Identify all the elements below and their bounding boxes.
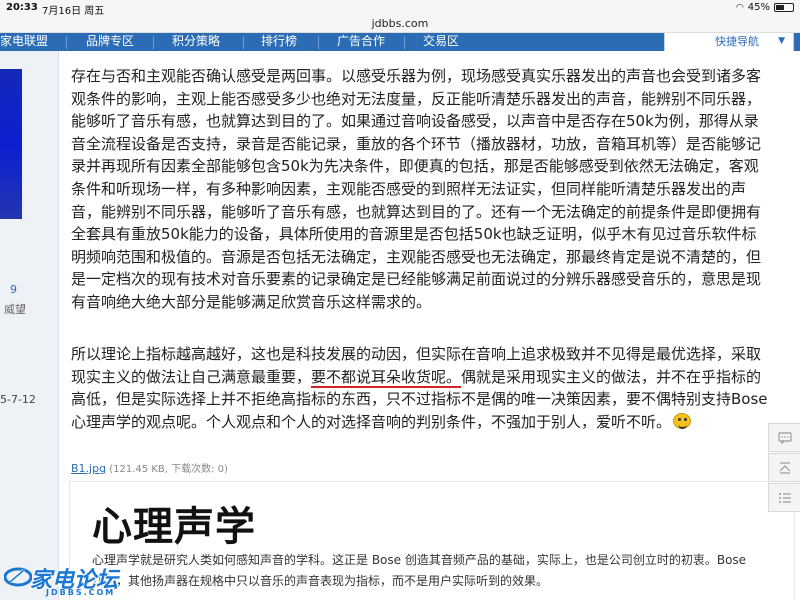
back-to-top-icon[interactable]	[768, 453, 800, 482]
logo-mark-icon	[4, 567, 32, 587]
attachment-info: B1.jpg (121.45 KB, 下载次数: 0)	[71, 460, 228, 475]
post-paragraph: 所以理论上指标越高越好，这也是科技发展的动因，但实际在音响上追求极致并不见得是最…	[71, 343, 771, 433]
nav-item-trade[interactable]: 交易区	[423, 33, 459, 51]
avatar[interactable]	[0, 69, 22, 219]
date: 7月16日 周五	[42, 6, 105, 17]
wifi-icon: ◠	[735, 2, 744, 13]
quick-nav-button[interactable]: 快捷导航 ▼	[664, 33, 794, 52]
nav-divider	[66, 36, 67, 49]
prestige-value[interactable]: 9	[10, 283, 17, 296]
nav-item-alliance[interactable]: 家电联盟	[0, 33, 48, 51]
floating-tools	[768, 423, 800, 513]
menu-icon[interactable]	[768, 483, 800, 512]
status-indicators: ◠ 45%	[736, 2, 794, 13]
clock: 20:33	[6, 2, 38, 13]
nav-item-brands[interactable]: 品牌专区	[86, 33, 134, 51]
status-bar: 20:33 7月16日 周五 ◠ 45%	[0, 0, 800, 17]
register-date: 5-7-12	[0, 393, 36, 406]
image-body: 心理声学就是研究人类如何感知声音的学科。这正是 Bose 创造其音频产品的基础，…	[92, 550, 792, 592]
image-text-line: 心理声学就是研究人类如何感知声音的学科。这正是 Bose 创造其音频产品的基础，…	[92, 553, 747, 567]
nav-item-ranking[interactable]: 排行榜	[261, 33, 297, 51]
nav-divider	[153, 36, 154, 49]
nav-item-points[interactable]: 积分策略	[172, 33, 220, 51]
url-text: jdbbs.com	[371, 17, 429, 30]
site-logo[interactable]: 家电论坛 JDBBS.COM	[0, 560, 140, 600]
author-sidebar: 9 威望 5-7-12	[0, 51, 58, 600]
logo-subtext: JDBBS.COM	[46, 588, 116, 597]
chevron-down-icon: ▼	[778, 36, 785, 46]
attached-image[interactable]: 心理声学 心理声学就是研究人类如何感知声音的学科。这正是 Bose 创造其音频产…	[69, 481, 795, 600]
prestige-label: 威望	[4, 303, 26, 316]
post-paragraph: 存在与否和主观能否确认感受是两回事。以感受乐器为例，现场感受真实乐器发出的声音也…	[71, 67, 762, 311]
quick-nav-label: 快捷导航	[715, 35, 759, 48]
nav-divider	[318, 36, 319, 49]
nav-item-ads[interactable]: 广告合作	[337, 33, 385, 51]
battery-fill	[776, 5, 784, 10]
post-content: 存在与否和主观能否确认感受是两回事。以感受乐器为例，现场感受真实乐器发出的声音也…	[58, 51, 800, 600]
comment-icon[interactable]	[768, 423, 800, 452]
image-heading: 心理声学	[92, 504, 256, 550]
nav-divider	[404, 36, 405, 49]
underlined-text: 要不都说耳朵收货呢。	[311, 367, 462, 388]
nav-divider	[243, 36, 244, 49]
attachment-meta: (121.45 KB, 下载次数: 0)	[109, 464, 228, 475]
url-bar[interactable]: jdbbs.com	[0, 16, 800, 33]
smiley-emoji-icon	[673, 412, 692, 429]
attachment-link[interactable]: B1.jpg	[71, 462, 106, 475]
battery-icon	[774, 3, 794, 12]
image-text-line: 认为，其他扬声器在规格中只以音乐的声音表现为指标，而不是用户实际听到的效果。	[92, 574, 549, 588]
battery-percent: 45%	[747, 2, 770, 13]
